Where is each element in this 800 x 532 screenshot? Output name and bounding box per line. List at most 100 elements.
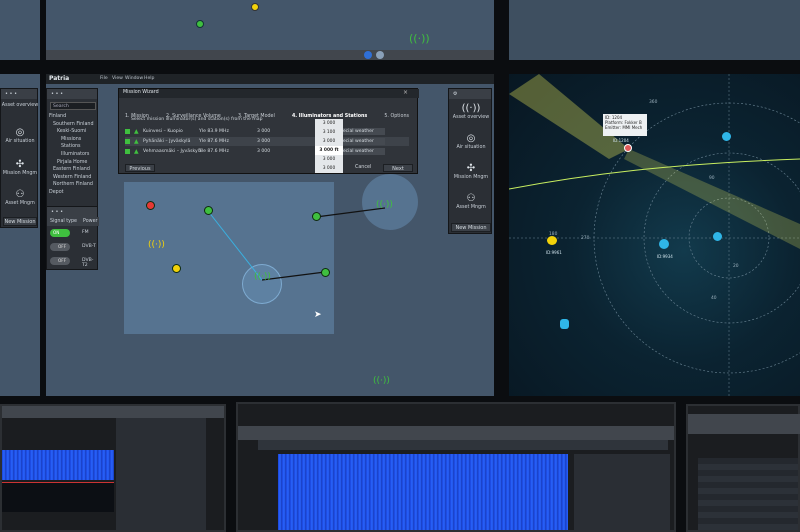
pause-icon[interactable]	[376, 51, 384, 59]
asset-overview-button[interactable]: ((·)) Asset overview	[449, 103, 493, 120]
tree-item[interactable]: Illuminators	[49, 151, 99, 159]
antenna-icon[interactable]: ((·))	[376, 200, 393, 210]
main-map-screen: Patria File View Window Help • • • Searc…	[46, 74, 494, 396]
antenna-icon[interactable]: ((·))	[148, 240, 165, 250]
tree-list: Finland Southern Finland Keski-Suomi Mis…	[49, 113, 99, 197]
station-node-icon[interactable]	[321, 268, 330, 277]
asset-mngm-button[interactable]: ⚇ Asset Mngm	[449, 193, 493, 210]
bottom-right-monitor	[686, 404, 800, 532]
tree-item[interactable]: Stations	[49, 143, 99, 151]
cursor-icon: ➤	[314, 310, 322, 320]
illuminator-row[interactable]: ▲ Kuinvesi – Kuopio Yle 83.9 MHz 3 000 S…	[125, 127, 409, 136]
illuminator-row[interactable]: ▲ Pyhänäki – Jyväskylä Yle 87.6 MHz 3 00…	[125, 137, 409, 146]
link-line	[261, 271, 326, 281]
tree-item[interactable]: Finland	[49, 113, 99, 121]
track-tooltip: ID: 1204 Platform: Fokker B Emitter: MMI…	[603, 114, 647, 136]
checkbox[interactable]	[125, 139, 130, 144]
ring-label: 360	[649, 100, 658, 105]
checkbox[interactable]	[125, 129, 130, 134]
tree-item[interactable]: Eastern Finland	[49, 166, 99, 174]
spectrum-waterfall	[278, 454, 568, 530]
antenna-icon[interactable]: ((·))	[409, 32, 430, 46]
mission-icon: ✣	[15, 159, 25, 170]
record-icon[interactable]	[364, 51, 372, 59]
asset-overview-button[interactable]: Asset overview	[1, 103, 39, 108]
tree-item[interactable]: Western Finland	[49, 174, 99, 182]
mission-mngm-button[interactable]: ✣ Mission Mngm	[449, 163, 493, 180]
illuminator-frequency: Yle 87.6 MHz	[199, 139, 229, 144]
signal-columns: Signal type Power	[47, 217, 99, 226]
ring-label: 90	[709, 176, 715, 181]
previous-button[interactable]: Previous	[125, 164, 155, 172]
antenna-icon: ((·))	[461, 103, 481, 114]
warning-marker-icon[interactable]	[251, 3, 259, 11]
ring-label: 270	[581, 236, 590, 241]
toggle-switch[interactable]: OFF	[50, 257, 70, 265]
new-mission-button[interactable]: New Mission	[451, 223, 491, 232]
track-label: ID:9934	[657, 254, 673, 259]
station-node-icon[interactable]	[196, 20, 204, 28]
wizard-titlebar: Mission Wizard ×	[119, 89, 419, 98]
step-options[interactable]: 5. Options	[384, 114, 409, 119]
tree-item[interactable]: Depot	[49, 189, 99, 197]
track-marker-icon[interactable]	[722, 132, 731, 141]
ring-label: 40	[711, 296, 717, 301]
tooltip-key: Emitter:	[605, 125, 622, 130]
close-icon[interactable]: ×	[403, 89, 408, 96]
dropdown-option[interactable]: 3 000	[315, 155, 343, 164]
dropdown-option-selected[interactable]: 3 000 ft	[315, 146, 343, 155]
track-marker-icon[interactable]	[659, 239, 669, 249]
monitor-toolbar	[238, 426, 674, 440]
antenna-icon[interactable]: ((·))	[373, 376, 390, 386]
checkbox[interactable]	[125, 149, 130, 154]
station-node-icon[interactable]	[312, 212, 321, 221]
data-table	[698, 458, 798, 530]
link-line	[207, 210, 263, 281]
antenna-icon[interactable]: ((·))	[254, 272, 271, 282]
link-line	[315, 207, 386, 218]
wizard-steps: 1. Mission 2. Surveillance Volume 3. Tar…	[125, 102, 415, 119]
illuminator-power: 3 000	[257, 139, 271, 144]
top-left-screen	[0, 0, 40, 60]
dropdown-option[interactable]: 3 000	[315, 137, 343, 146]
dropdown-option[interactable]: 3 000	[315, 164, 343, 173]
top-right-screen	[509, 0, 800, 60]
tree-item[interactable]: Pirjala Home	[49, 159, 99, 167]
radar-icon: ◎	[466, 133, 476, 144]
cancel-button[interactable]: Cancel	[355, 165, 371, 170]
spectrum-waterfall	[2, 450, 114, 480]
dropdown-option[interactable]: 3 100	[315, 128, 343, 137]
illuminator-row[interactable]: ▲ Vehmaasmäki – Jyväskylä Yle 87.6 MHz 3…	[125, 147, 409, 156]
track-marker-icon[interactable]	[713, 232, 722, 241]
dropdown-option[interactable]: 3 000	[315, 119, 343, 128]
illuminator-frequency: Yle 87.6 MHz	[199, 149, 229, 154]
signal-row: OFF DVB-T2	[50, 257, 96, 268]
track-marker-icon[interactable]	[560, 319, 569, 329]
alert-marker-icon[interactable]	[146, 201, 155, 210]
tree-item[interactable]: Northern Finland	[49, 181, 99, 189]
illuminator-name: Kuinvesi – Kuopio	[143, 129, 183, 134]
air-situation-button[interactable]: ◎ Air situation	[1, 127, 39, 144]
tree-item[interactable]: Keski-Suomi	[49, 128, 99, 136]
search-input[interactable]: Search	[50, 102, 96, 110]
signal-panel-header: • • •	[47, 207, 97, 217]
tree-item[interactable]: Southern Finland	[49, 121, 99, 129]
asset-mngm-button[interactable]: ⚇ Asset Mngm	[1, 189, 39, 206]
altitude-dropdown[interactable]: 3 000 3 100 3 000 3 000 ft 3 000 3 000	[315, 119, 343, 173]
antenna-icon: ▲	[134, 148, 139, 155]
mission-mngm-button[interactable]: ✣ Mission Mngm	[1, 159, 39, 176]
signal-plot	[2, 482, 114, 512]
warning-track-icon[interactable]	[547, 236, 557, 245]
warning-marker-icon[interactable]	[172, 264, 181, 273]
track-marker-icon[interactable]	[624, 144, 632, 152]
toggle-switch[interactable]: OFF	[50, 243, 70, 251]
top-center-screen: ((·))	[46, 0, 494, 60]
radar-screen: 360 270 180 90 40 20 ID: 1204 Platform: …	[509, 74, 800, 396]
station-node-icon[interactable]	[204, 206, 213, 215]
air-situation-button[interactable]: ◎ Air situation	[449, 133, 493, 150]
new-mission-button[interactable]: New Mission	[3, 217, 37, 226]
left-asset-panel: • • • Asset overview ◎ Air situation ✣ Mis…	[0, 88, 38, 228]
tree-item[interactable]: Missions	[49, 136, 99, 144]
next-button[interactable]: Next	[383, 164, 413, 172]
toggle-switch[interactable]: ON	[50, 229, 70, 237]
